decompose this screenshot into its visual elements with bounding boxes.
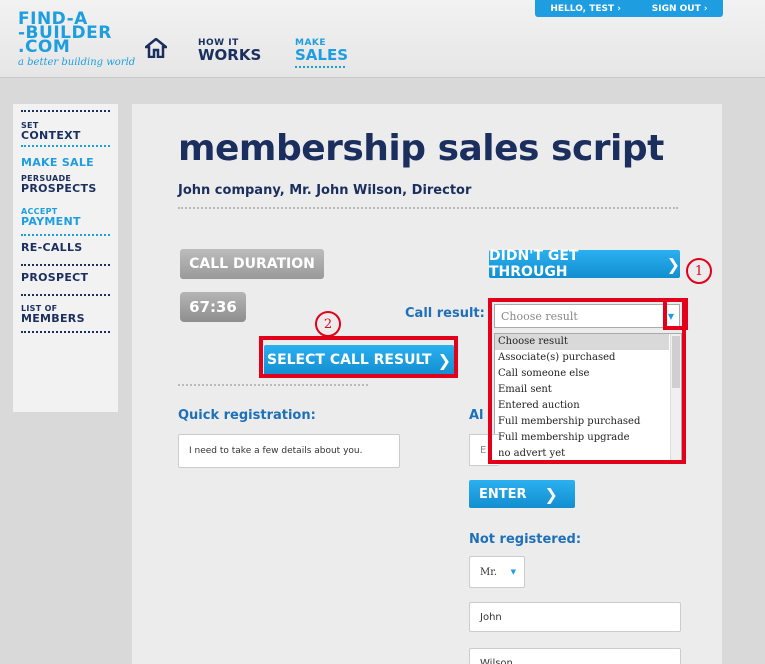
sidebar-item-re-calls[interactable]: RE-CALLS [21, 236, 110, 266]
call-result-label: Call result: [405, 306, 485, 321]
last-name-field[interactable]: Wilson [469, 648, 681, 664]
sidebar-item-label: PAYMENT [21, 215, 81, 228]
sidebar-item-list-of-members[interactable]: LIST OF MEMBERS [21, 296, 110, 333]
annotation-marker-2: 2 [315, 311, 341, 337]
already-registered-label: Al [469, 408, 484, 423]
chevron-right-icon: › [617, 3, 621, 14]
site-header: FIND-A -BUILDER .COM a better building w… [0, 0, 765, 78]
sidebar-item-accept-payment[interactable]: ACCEPT PAYMENT [21, 203, 110, 236]
chevron-down-icon: ▼ [510, 568, 516, 576]
title-select[interactable]: Mr. ▼ [469, 556, 525, 588]
nav-make-sales[interactable]: MAKE SALES [295, 38, 348, 68]
first-name-field[interactable]: John [469, 602, 681, 632]
greeting-link[interactable]: HELLO, TEST › [550, 4, 621, 14]
quick-registration-label: Quick registration: [178, 408, 316, 423]
page-subtitle: John company, Mr. John Wilson, Director [178, 183, 472, 198]
sidebar-item-make-sale[interactable]: MAKE SALE [21, 145, 110, 172]
didnt-get-through-label: DIDN'T GET THROUGH [489, 248, 579, 280]
sidebar-item-persuade-prospects[interactable]: PERSUADE PROSPECTS [21, 172, 110, 203]
nav-sales-big: SALES [295, 46, 349, 64]
title-select-value: Mr. [480, 566, 498, 578]
sidebar: SET CONTEXT MAKE SALE PERSUADE PROSPECTS… [13, 104, 118, 412]
sidebar-item-set-context[interactable]: SET CONTEXT [21, 110, 110, 145]
signout-text: SIGN OUT [651, 3, 701, 14]
call-timer: 67:36 [180, 292, 246, 322]
call-duration-button[interactable]: CALL DURATION [180, 249, 324, 279]
sidebar-item-label: RE-CALLS [21, 241, 83, 254]
divider [178, 384, 368, 386]
highlight-box-dropdown-list [488, 298, 686, 464]
sidebar-item-label: PROSPECTS [21, 182, 97, 195]
nav-how-big: WORKS [198, 46, 262, 64]
chevron-right-icon: ❯ [666, 254, 680, 274]
greeting-text: HELLO, TEST [550, 3, 615, 14]
sidebar-item-label: CONTEXT [21, 129, 81, 142]
highlight-box-select-call-result [259, 336, 458, 378]
logo-tagline: a better building world [18, 57, 136, 68]
enter-label: ENTER [479, 486, 527, 502]
site-logo[interactable]: FIND-A -BUILDER .COM a better building w… [18, 11, 136, 69]
didnt-get-through-button[interactable]: DIDN'T GET THROUGH ❯ [489, 248, 680, 280]
account-bar: HELLO, TEST › SIGN OUT › [535, 0, 723, 17]
quick-registration-text: I need to take a few details about you. [178, 434, 400, 468]
signout-link[interactable]: SIGN OUT › [652, 4, 708, 14]
sidebar-item-label: MAKE SALE [21, 156, 94, 169]
enter-button[interactable]: ENTER ❯ [469, 480, 575, 508]
sidebar-item-label: PROSPECT [21, 271, 89, 284]
page-title: membership sales script [178, 128, 664, 169]
not-registered-label: Not registered: [469, 532, 582, 547]
sidebar-item-label: MEMBERS [21, 312, 85, 325]
divider [178, 207, 678, 209]
nav-active-indicator [295, 66, 345, 68]
chevron-right-icon: ❯ [544, 484, 558, 504]
home-icon[interactable] [145, 38, 167, 58]
annotation-marker-1: 1 [686, 258, 712, 284]
sidebar-item-prospect[interactable]: PROSPECT [21, 266, 110, 296]
chevron-right-icon: › [703, 3, 708, 14]
nav-how-it-works[interactable]: HOW IT WORKS [198, 38, 261, 63]
